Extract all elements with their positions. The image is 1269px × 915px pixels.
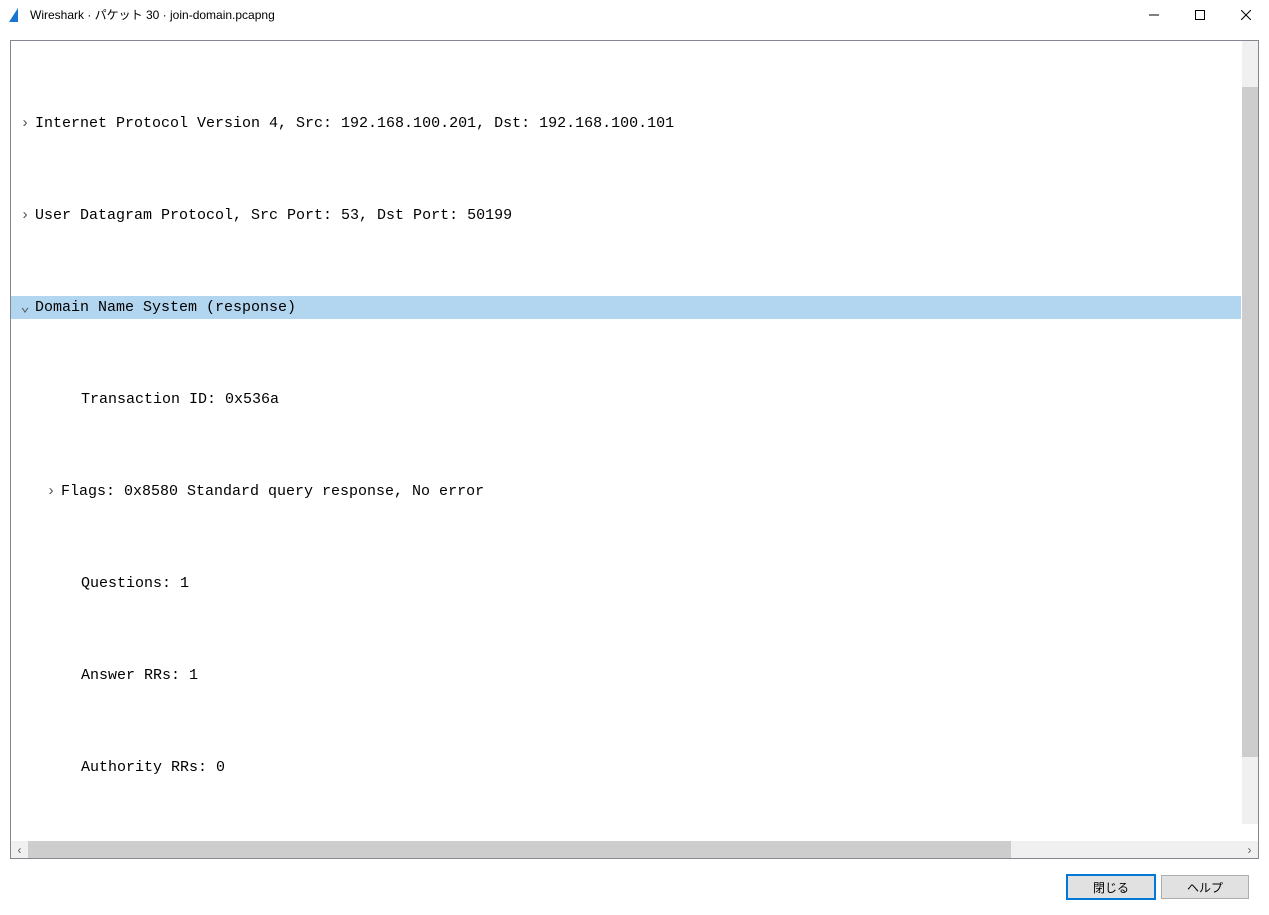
tree-text: User Datagram Protocol, Src Port: 53, Ds…: [35, 204, 1250, 227]
title-bar: Wireshark · パケット 30 · join-domain.pcapng: [0, 0, 1269, 30]
window-title: Wireshark · パケット 30 · join-domain.pcapng: [30, 6, 1131, 23]
scroll-left-icon[interactable]: ‹: [11, 843, 28, 857]
tree-text: Questions: 1: [81, 572, 1250, 595]
tree-text: Answer RRs: 1: [81, 664, 1250, 687]
tree-text: Flags: 0x8580 Standard query response, N…: [61, 480, 1250, 503]
maximize-button[interactable]: [1177, 0, 1223, 30]
vertical-scrollbar[interactable]: [1241, 41, 1258, 824]
help-button[interactable]: ヘルプ: [1161, 875, 1249, 899]
tree-text: Transaction ID: 0x536a: [81, 388, 1250, 411]
horizontal-scrollbar-track[interactable]: [28, 841, 1241, 858]
window-controls: [1131, 0, 1269, 30]
tree-row-authority-rrs[interactable]: Authority RRs: 0: [11, 756, 1258, 779]
tree-text: Domain Name System (response): [35, 296, 1250, 319]
expand-icon[interactable]: [41, 480, 61, 503]
tree-text: Internet Protocol Version 4, Src: 192.16…: [35, 112, 1250, 135]
app-icon: [8, 7, 24, 23]
horizontal-scrollbar-thumb[interactable]: [28, 841, 1011, 858]
tree-text: Authority RRs: 0: [81, 756, 1250, 779]
tree-row-questions[interactable]: Questions: 1: [11, 572, 1258, 595]
tree-row-txid[interactable]: Transaction ID: 0x536a: [11, 388, 1258, 411]
collapse-icon[interactable]: [15, 296, 35, 319]
close-button[interactable]: 閉じる: [1067, 875, 1155, 899]
minimize-button[interactable]: [1131, 0, 1177, 30]
tree-row-dns[interactable]: Domain Name System (response): [11, 296, 1258, 319]
expand-icon[interactable]: [15, 112, 35, 135]
packet-details-tree[interactable]: Internet Protocol Version 4, Src: 192.16…: [10, 40, 1259, 859]
horizontal-scrollbar[interactable]: ‹ ›: [11, 841, 1258, 858]
vertical-scrollbar-thumb[interactable]: [1242, 87, 1258, 757]
scroll-right-icon[interactable]: ›: [1241, 843, 1258, 857]
tree-row-ip[interactable]: Internet Protocol Version 4, Src: 192.16…: [11, 112, 1258, 135]
close-window-button[interactable]: [1223, 0, 1269, 30]
tree-row-flags[interactable]: Flags: 0x8580 Standard query response, N…: [11, 480, 1258, 503]
dialog-button-bar: 閉じる ヘルプ: [10, 859, 1259, 915]
content-area: Internet Protocol Version 4, Src: 192.16…: [0, 30, 1269, 915]
tree-row-udp[interactable]: User Datagram Protocol, Src Port: 53, Ds…: [11, 204, 1258, 227]
tree-row-answer-rrs[interactable]: Answer RRs: 1: [11, 664, 1258, 687]
expand-icon[interactable]: [15, 204, 35, 227]
